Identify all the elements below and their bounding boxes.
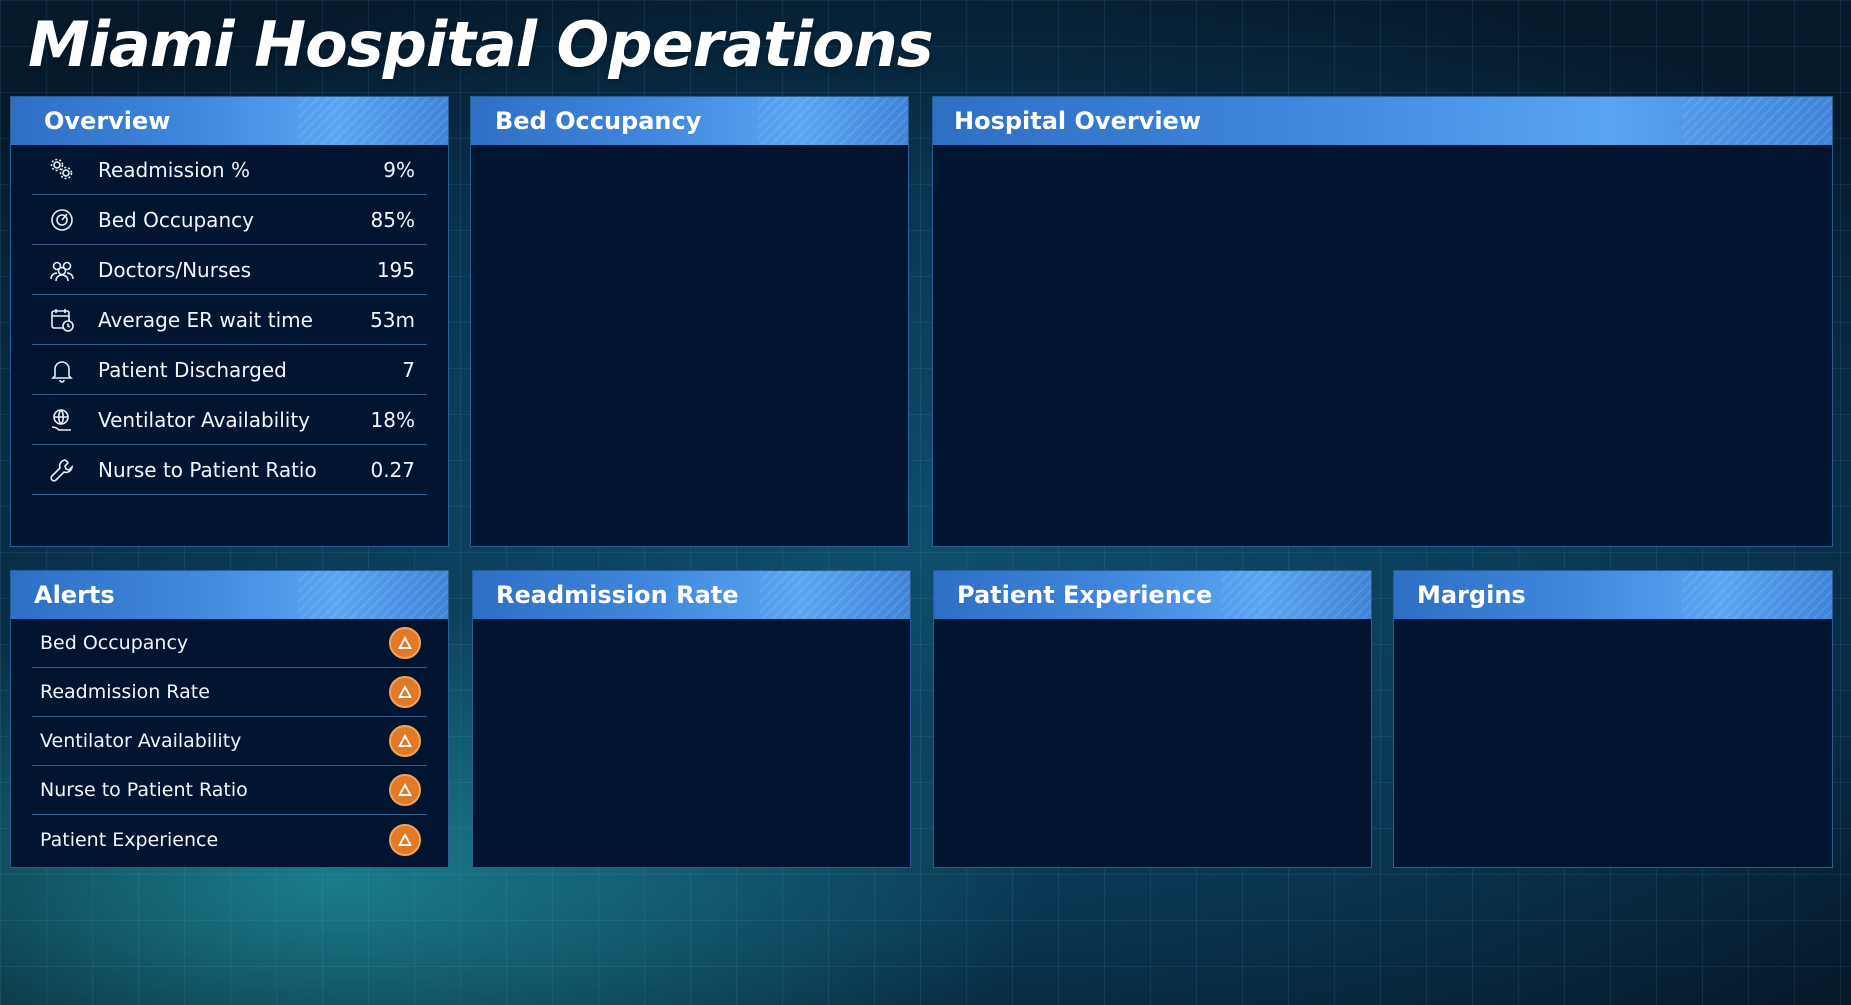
alert-row-bed-occupancy[interactable]: Bed Occupancy [32,619,427,668]
overview-list: Readmission % 9% Bed Occupancy 85% Docto… [32,145,427,495]
gauge-icon [46,206,78,234]
overview-value: 85% [370,207,415,232]
hospital-overview-header: Hospital Overview [933,97,1832,145]
bed-occupancy-header: Bed Occupancy [471,97,908,145]
overview-label: Ventilator Availability [98,407,310,432]
overview-value: 0.27 [370,457,415,482]
page-title: Miami Hospital Operations [28,8,934,81]
patient-experience-panel: Patient Experience [933,570,1372,868]
overview-row-discharged: Patient Discharged 7 [32,345,427,395]
bell-icon [46,356,78,384]
overview-label: Doctors/Nurses [98,257,252,282]
overview-label: Average ER wait time [98,307,313,332]
warning-icon [389,627,421,659]
readmission-rate-panel: Readmission Rate [472,570,911,868]
warning-icon [389,774,421,806]
alert-row-ventilator[interactable]: Ventilator Availability [32,717,427,766]
alert-label: Ventilator Availability [40,730,242,752]
overview-value: 18% [370,407,415,432]
overview-row-ventilator: Ventilator Availability 18% [32,395,427,445]
overview-value: 7 [402,357,415,382]
overview-label: Nurse to Patient Ratio [98,457,317,482]
globe-hand-icon [46,406,78,434]
readmission-rate-header: Readmission Rate [473,571,910,619]
overview-label: Patient Discharged [98,357,287,382]
hospital-overview-panel: Hospital Overview [932,96,1833,547]
bed-occupancy-panel: Bed Occupancy [470,96,909,547]
calendar-clock-icon [46,306,78,334]
warning-icon [389,676,421,708]
warning-icon [389,823,421,856]
overview-header: Overview [11,97,448,145]
alert-label: Nurse to Patient Ratio [40,779,248,801]
alert-label: Patient Experience [40,828,219,851]
overview-row-doctors-nurses: Doctors/Nurses 195 [32,245,427,295]
alerts-header: Alerts [11,571,448,619]
margins-header: Margins [1394,571,1832,619]
alert-row-nurse-ratio[interactable]: Nurse to Patient Ratio [32,766,427,815]
wrench-icon [46,456,78,484]
alert-label: Readmission Rate [40,681,210,703]
overview-value: 53m [370,307,415,332]
alert-label: Bed Occupancy [40,632,189,654]
overview-row-readmission: Readmission % 9% [32,145,427,195]
alerts-list: Bed Occupancy Readmission Rate Ventilato… [32,619,427,864]
overview-row-er-wait: Average ER wait time 53m [32,295,427,345]
overview-row-nurse-ratio: Nurse to Patient Ratio 0.27 [32,445,427,495]
alerts-panel: Alerts Bed Occupancy Readmission Rate Ve… [10,570,449,868]
margins-panel: Margins [1393,570,1833,868]
overview-label: Readmission % [98,157,250,182]
overview-panel: Overview Readmission % 9% Bed Occupancy … [10,96,449,547]
overview-value: 9% [383,157,415,182]
overview-row-bed-occupancy: Bed Occupancy 85% [32,195,427,245]
people-icon [46,256,78,284]
overview-label: Bed Occupancy [98,207,254,232]
alert-row-readmission-rate[interactable]: Readmission Rate [32,668,427,717]
alert-row-patient-experience[interactable]: Patient Experience [32,815,427,864]
gears-icon [46,156,78,184]
overview-value: 195 [376,257,415,282]
patient-experience-header: Patient Experience [934,571,1371,619]
warning-icon [389,725,421,757]
